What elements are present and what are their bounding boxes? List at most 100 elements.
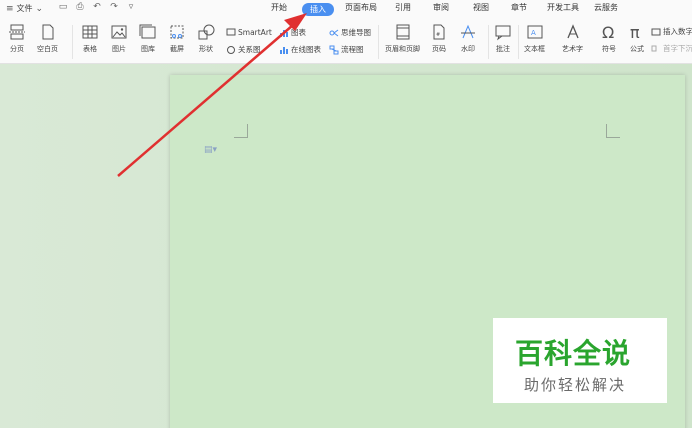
relation-map-icon [227,45,235,54]
flowchart-button[interactable]: 流程图 [329,44,364,55]
blank-page-label: 空白页 [37,45,58,53]
gallery-icon [139,24,156,39]
flowchart-icon [329,45,339,54]
smartart-icon [226,28,236,36]
tab-insert[interactable]: 插入 [302,3,334,16]
file-menu-label: 文件 [16,4,33,13]
smartart-label: SmartArt [238,27,272,37]
svg-text:#: # [436,32,440,38]
watermark-label: 水印 [461,45,475,53]
mind-map-label: 思维导图 [341,28,371,37]
mind-map-button[interactable]: 思维导图 [329,27,371,38]
flowchart-label: 流程图 [341,45,364,54]
formula-button[interactable]: π 公式 [628,23,646,54]
tab-developer[interactable]: 开发工具 [547,2,579,13]
dropcap-button[interactable]: 首字下沉 [651,43,692,54]
wordart-icon [566,24,579,39]
chart-button[interactable]: 图表 [279,27,306,38]
watermark-button[interactable]: 水印 [459,23,477,54]
chevron-down-icon: ⌄ [35,3,44,14]
undo-icon[interactable]: ↶ [92,2,102,12]
shape-icon [198,24,215,40]
blank-page-icon [42,24,53,40]
chart-label: 图表 [291,28,306,37]
page-number-button[interactable]: # 页码 [430,23,448,54]
mind-map-icon [329,29,339,36]
page-break-button[interactable]: 分页 [8,23,26,54]
omega-icon: Ω [602,23,614,41]
watermark-subtitle: 助你轻松解决 [524,376,627,394]
insert-number-button[interactable]: 插入数字 [651,26,692,37]
watermark-title: 百科全说 [515,337,632,370]
hamburger-icon: ≡ [6,3,14,14]
print-icon[interactable]: ⎙ [75,2,85,12]
tab-page-layout[interactable]: 页面布局 [345,2,377,13]
watermark-icon [461,24,475,39]
redo-icon[interactable]: ↷ [109,2,119,12]
svg-text:Ω: Ω [602,23,614,41]
online-chart-button[interactable]: 在线图表 [279,44,321,55]
page-break-icon [9,24,25,40]
tab-view[interactable]: 视图 [473,2,489,13]
picture-label: 图片 [112,45,126,53]
paragraph-layout-icon[interactable]: ▤▾ [204,145,217,155]
page-number-icon: # [433,24,445,40]
relation-map-label: 关系图 [238,45,261,54]
table-icon [82,25,98,39]
textbox-button[interactable]: A 文本框 [524,23,545,54]
dropcap-label: 首字下沉 [663,44,692,53]
relation-map-button[interactable]: 关系图 [226,44,261,55]
textbox-label: 文本框 [524,45,545,53]
header-footer-button[interactable]: 页眉和页脚 [385,23,420,54]
wordart-button[interactable]: 艺术字 [562,23,583,54]
gallery-label: 图库 [141,45,155,53]
scissors-icon [170,25,184,39]
margin-marker-right [606,124,620,138]
screenshot-button[interactable]: 截屏 [168,23,186,54]
tab-home[interactable]: 开始 [271,2,287,13]
symbol-button[interactable]: Ω 符号 [600,23,618,54]
table-button[interactable]: 表格 [81,23,99,54]
shape-button[interactable]: 形状 [197,23,215,54]
svg-text:π: π [630,23,640,41]
comment-button[interactable]: 批注 [494,23,512,54]
page-number-label: 页码 [432,45,446,53]
textbox-icon: A [527,25,542,39]
symbol-label: 符号 [602,45,616,53]
online-chart-label: 在线图表 [291,45,321,54]
header-footer-label: 页眉和页脚 [385,45,420,53]
site-watermark: 百科全说 助你轻松解决 [493,318,667,403]
insert-number-label: 插入数字 [663,27,692,36]
comment-icon [495,25,511,41]
quick-access-toolbar: ▭ ⎙ ↶ ↷ ▿ [58,2,136,12]
file-menu[interactable]: ≡ 文件 ⌄ [6,3,43,14]
ribbon-insert: 分页 空白页 表格 图片 图库 截屏 形状 SmartArt 关系图 图表 在线… [0,19,692,64]
online-chart-icon [280,46,288,54]
table-label: 表格 [83,45,97,53]
gallery-button[interactable]: 图库 [139,23,157,54]
insert-number-icon [651,28,661,35]
chart-icon [280,29,288,37]
smartart-button[interactable]: SmartArt [226,27,272,37]
picture-button[interactable]: 图片 [110,23,128,54]
divider [488,25,489,59]
tab-review[interactable]: 审阅 [433,2,449,13]
pi-icon: π [630,23,640,41]
margin-marker-left [234,124,248,138]
wordart-label: 艺术字 [562,45,583,53]
save-icon[interactable]: ▭ [58,2,68,12]
page-break-label: 分页 [10,45,24,53]
shape-label: 形状 [199,45,213,53]
more-icon[interactable]: ▿ [126,2,136,12]
divider [72,25,73,59]
divider [518,25,519,59]
svg-text:A: A [531,29,536,37]
tab-references[interactable]: 引用 [395,2,411,13]
divider [378,25,379,59]
blank-page-button[interactable]: 空白页 [37,23,58,54]
tab-section[interactable]: 章节 [511,2,527,13]
tab-cloud[interactable]: 云服务 [594,2,618,13]
header-footer-icon [396,24,409,40]
menu-bar: ≡ 文件 ⌄ ▭ ⎙ ↶ ↷ ▿ 开始 插入 页面布局 引用 审阅 视图 章节 … [0,0,692,19]
dropcap-icon [651,45,657,51]
